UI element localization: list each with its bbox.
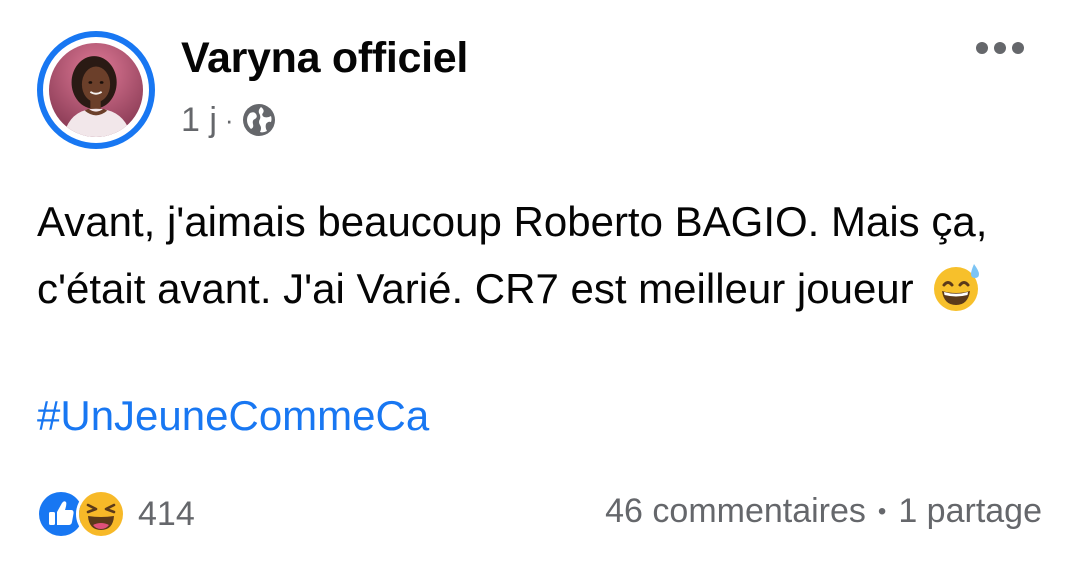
post-body: Avant, j'aimais beaucoup Roberto BAGIO. … <box>37 188 1047 322</box>
stats-separator: • <box>877 497 887 525</box>
shares-count[interactable]: 1 partage <box>898 492 1042 531</box>
meta-separator: · <box>224 104 234 135</box>
reactions-summary[interactable]: 414 <box>36 488 195 540</box>
avatar[interactable] <box>37 31 155 149</box>
more-options-icon[interactable] <box>976 42 1024 54</box>
hashtag-link[interactable]: #UnJeuneCommeCa <box>37 382 429 449</box>
comments-count[interactable]: 46 commentaires <box>605 492 866 531</box>
post-text: Avant, j'aimais beaucoup Roberto BAGIO. … <box>37 198 988 312</box>
engagement-stats: 46 commentaires • 1 partage <box>605 492 1042 531</box>
reaction-count: 414 <box>138 494 195 533</box>
post-meta: 1 j · <box>181 98 277 142</box>
globe-icon[interactable] <box>241 102 277 138</box>
post-time[interactable]: 1 j <box>181 101 217 140</box>
facebook-post: Varyna officiel 1 j · Avant, j'aimais be… <box>0 0 1080 577</box>
grinning-sweat-emoji-icon <box>931 261 983 313</box>
avatar-photo <box>49 43 143 137</box>
author-name[interactable]: Varyna officiel <box>181 34 468 83</box>
haha-icon <box>76 489 126 539</box>
